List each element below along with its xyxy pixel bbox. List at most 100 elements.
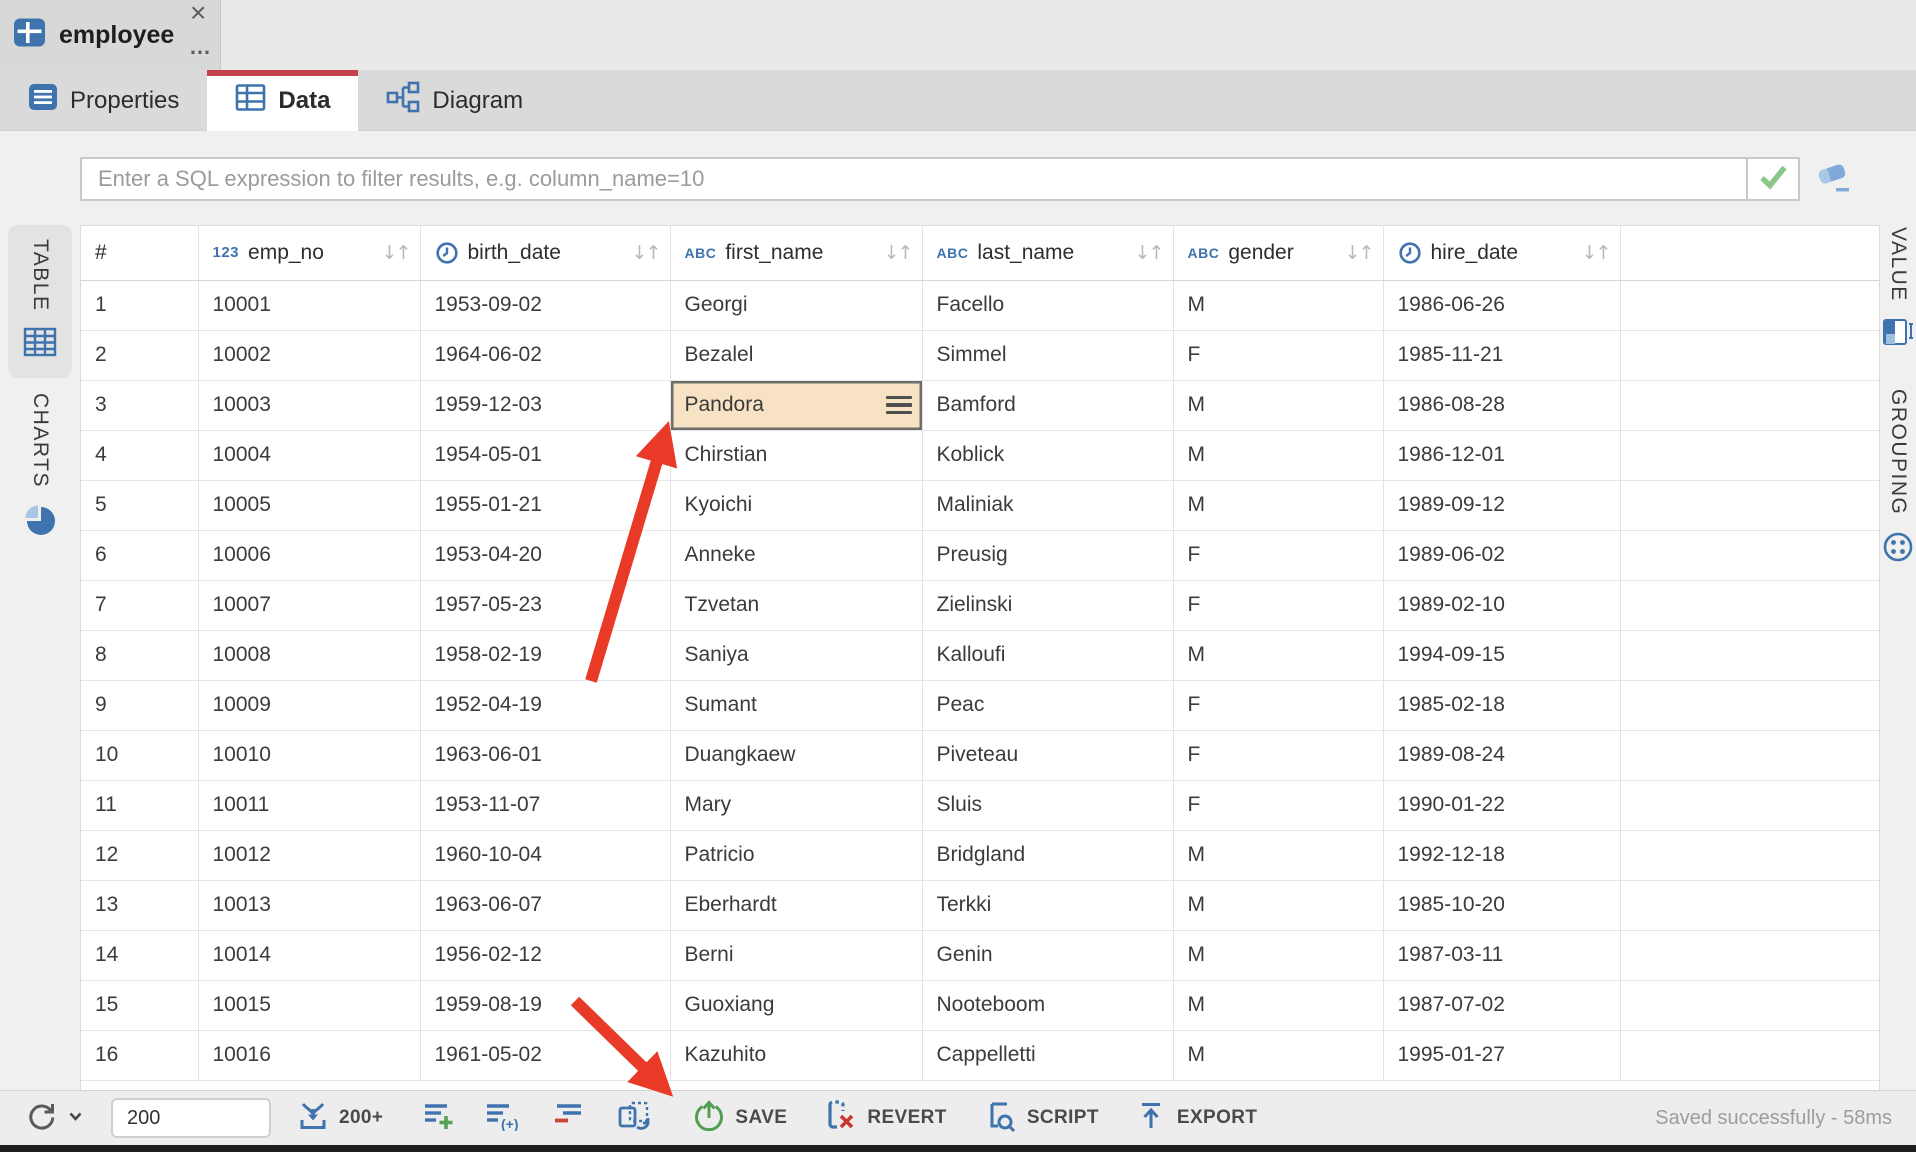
sort-icon[interactable]: ↓↑: [382, 242, 410, 264]
grid-cell[interactable]: Berni: [670, 930, 922, 980]
grid-cell[interactable]: 1961-05-02: [420, 1030, 670, 1080]
grid-cell[interactable]: 10011: [198, 780, 420, 830]
grid-cell[interactable]: Sumant: [670, 680, 922, 730]
grid-cell[interactable]: 1986-06-26: [1383, 280, 1620, 330]
column-header-last_name[interactable]: ABClast_name↓↑: [922, 226, 1173, 280]
row-number-cell[interactable]: 12: [81, 830, 198, 880]
grid-cell[interactable]: Kalloufi: [922, 630, 1173, 680]
grid-cell[interactable]: Nooteboom: [922, 980, 1173, 1030]
delete-row-button[interactable]: [553, 1101, 585, 1136]
duplicate-row-button[interactable]: (+): [485, 1101, 521, 1136]
grid-cell[interactable]: M: [1173, 1030, 1383, 1080]
grid-cell[interactable]: Tzvetan: [670, 580, 922, 630]
tab-properties[interactable]: Properties: [0, 70, 207, 131]
export-button[interactable]: EXPORT: [1135, 1100, 1258, 1137]
grid-cell[interactable]: 10010: [198, 730, 420, 780]
grid-cell[interactable]: Eberhardt: [670, 880, 922, 930]
grid-cell[interactable]: 1959-08-19: [420, 980, 670, 1030]
more-icon[interactable]: …: [189, 34, 212, 60]
grid-cell[interactable]: 1994-09-15: [1383, 630, 1620, 680]
grid-cell[interactable]: M: [1173, 480, 1383, 530]
grid-cell[interactable]: 1985-02-18: [1383, 680, 1620, 730]
sort-icon[interactable]: ↓↑: [884, 242, 912, 264]
grid-cell[interactable]: F: [1173, 530, 1383, 580]
tab-data[interactable]: Data: [207, 70, 358, 131]
grid-cell[interactable]: F: [1173, 780, 1383, 830]
grid-cell[interactable]: 1963-06-01: [420, 730, 670, 780]
grid-cell[interactable]: 1957-05-23: [420, 580, 670, 630]
grid-cell[interactable]: 10005: [198, 480, 420, 530]
grid-cell[interactable]: Terkki: [922, 880, 1173, 930]
row-number-cell[interactable]: 10: [81, 730, 198, 780]
grid-cell[interactable]: 10016: [198, 1030, 420, 1080]
grid-cell[interactable]: 10008: [198, 630, 420, 680]
row-number-cell[interactable]: 6: [81, 530, 198, 580]
tab-diagram[interactable]: Diagram: [358, 70, 551, 131]
grid-cell[interactable]: Simmel: [922, 330, 1173, 380]
grid-cell[interactable]: Piveteau: [922, 730, 1173, 780]
grid-cell[interactable]: 1952-04-19: [420, 680, 670, 730]
grid-cell[interactable]: F: [1173, 730, 1383, 780]
grid-cell[interactable]: Maliniak: [922, 480, 1173, 530]
grid-cell[interactable]: 1990-01-22: [1383, 780, 1620, 830]
grid-cell[interactable]: 1989-08-24: [1383, 730, 1620, 780]
grid-cell[interactable]: 1953-11-07: [420, 780, 670, 830]
grid-cell[interactable]: F: [1173, 680, 1383, 730]
row-number-cell[interactable]: 9: [81, 680, 198, 730]
grid-cell[interactable]: 1986-08-28: [1383, 380, 1620, 430]
save-button[interactable]: SAVE: [693, 1100, 787, 1137]
grid-cell[interactable]: M: [1173, 930, 1383, 980]
grid-cell[interactable]: 10015: [198, 980, 420, 1030]
row-number-cell[interactable]: 8: [81, 630, 198, 680]
fetch-size-input[interactable]: [111, 1098, 271, 1138]
sql-filter-input[interactable]: [82, 159, 1746, 199]
grid-cell[interactable]: 10014: [198, 930, 420, 980]
grid-cell[interactable]: M: [1173, 380, 1383, 430]
grid-cell[interactable]: Pandora: [670, 380, 922, 430]
grid-cell[interactable]: 1955-01-21: [420, 480, 670, 530]
grid-cell[interactable]: Saniya: [670, 630, 922, 680]
row-number-cell[interactable]: 5: [81, 480, 198, 530]
grid-cell[interactable]: 1987-07-02: [1383, 980, 1620, 1030]
grid-cell[interactable]: Kyoichi: [670, 480, 922, 530]
grid-cell[interactable]: 1987-03-11: [1383, 930, 1620, 980]
add-row-button[interactable]: [423, 1101, 455, 1136]
column-header-gender[interactable]: ABCgender↓↑: [1173, 226, 1383, 280]
grid-cell[interactable]: 10002: [198, 330, 420, 380]
grid-cell[interactable]: Anneke: [670, 530, 922, 580]
grid-cell[interactable]: Zielinski: [922, 580, 1173, 630]
grid-cell[interactable]: Bezalel: [670, 330, 922, 380]
panel-toggle-table[interactable]: TABLE: [8, 225, 72, 378]
grid-cell[interactable]: M: [1173, 280, 1383, 330]
grid-cell[interactable]: 1958-02-19: [420, 630, 670, 680]
row-number-cell[interactable]: 7: [81, 580, 198, 630]
grid-cell[interactable]: 1956-02-12: [420, 930, 670, 980]
grid-cell[interactable]: Peac: [922, 680, 1173, 730]
grid-cell[interactable]: 1953-09-02: [420, 280, 670, 330]
grid-cell[interactable]: 1953-04-20: [420, 530, 670, 580]
grid-cell[interactable]: M: [1173, 430, 1383, 480]
row-number-cell[interactable]: 11: [81, 780, 198, 830]
grid-cell[interactable]: Koblick: [922, 430, 1173, 480]
grid-cell[interactable]: M: [1173, 630, 1383, 680]
grid-cell[interactable]: 10009: [198, 680, 420, 730]
editor-tab-employee[interactable]: employee × …: [0, 0, 221, 70]
grid-cell[interactable]: 1986-12-01: [1383, 430, 1620, 480]
row-number-cell[interactable]: 4: [81, 430, 198, 480]
grid-cell[interactable]: F: [1173, 580, 1383, 630]
row-number-cell[interactable]: 1: [81, 280, 198, 330]
grid-cell[interactable]: M: [1173, 880, 1383, 930]
grid-cell[interactable]: Preusig: [922, 530, 1173, 580]
grid-cell[interactable]: Cappelletti: [922, 1030, 1173, 1080]
grid-cell[interactable]: Genin: [922, 930, 1173, 980]
sort-icon[interactable]: ↓↑: [1135, 242, 1163, 264]
column-header-first_name[interactable]: ABCfirst_name↓↑: [670, 226, 922, 280]
panel-toggle-value[interactable]: VALUE: [1882, 227, 1914, 351]
grid-cell[interactable]: 1992-12-18: [1383, 830, 1620, 880]
grid-cell[interactable]: 1964-06-02: [420, 330, 670, 380]
grid-cell[interactable]: Sluis: [922, 780, 1173, 830]
grid-cell[interactable]: Kazuhito: [670, 1030, 922, 1080]
grid-cell[interactable]: 1989-09-12: [1383, 480, 1620, 530]
grid-cell[interactable]: Bridgland: [922, 830, 1173, 880]
grid-cell[interactable]: 10006: [198, 530, 420, 580]
